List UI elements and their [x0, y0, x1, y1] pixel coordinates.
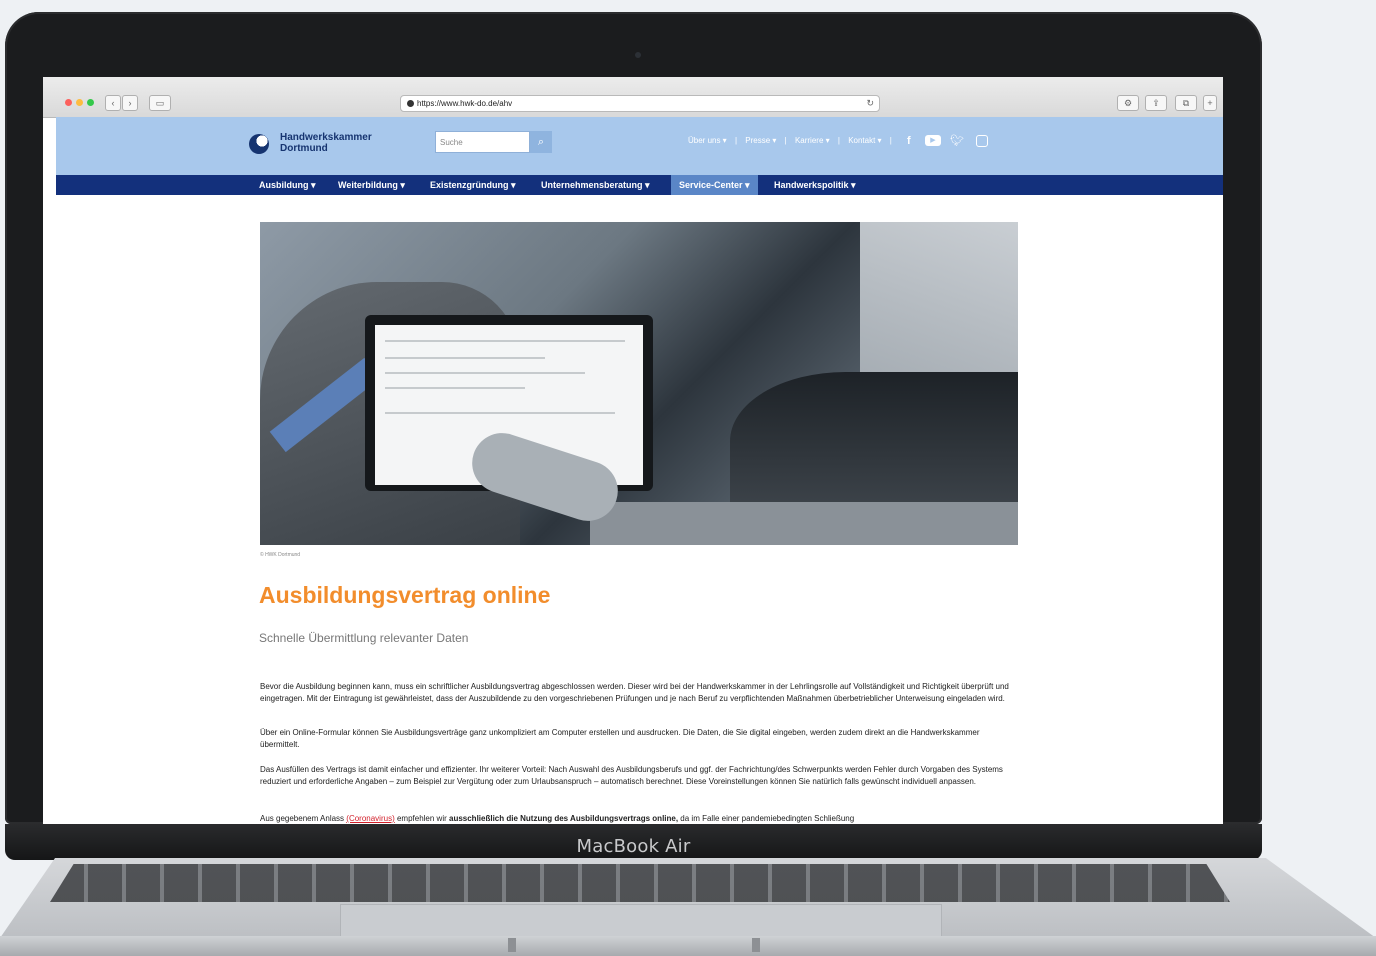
laptop-lid: ‹ › ▭ https://www.hwk-do.de/ahv ↻ ⚙ ⇪ ⧉ …: [5, 12, 1262, 825]
separator: |: [734, 136, 738, 145]
image-caption: © HWK Dortmund: [260, 552, 301, 558]
maximize-window-icon[interactable]: [87, 99, 94, 106]
tabs-icon[interactable]: ⧉: [1175, 95, 1197, 111]
trackpad: [340, 904, 942, 937]
hero-image: [260, 222, 1018, 545]
top-link-press[interactable]: Presse ▾: [745, 136, 776, 145]
paragraph-4-middle: empfehlen wir: [394, 814, 449, 823]
site-logo-text[interactable]: Handwerkskammer Dortmund: [280, 132, 372, 154]
paragraph-3: Das Ausfüllen des Vertrags ist damit ein…: [260, 765, 1003, 786]
form-row: [385, 387, 525, 389]
paragraph-4-bold: ausschließlich die Nutzung des Ausbildun…: [449, 814, 679, 823]
top-link-about[interactable]: Über uns ▾: [688, 136, 727, 145]
laptop-foot: [508, 938, 516, 952]
close-window-icon[interactable]: [65, 99, 72, 106]
form-row: [385, 412, 615, 414]
reload-icon[interactable]: ↻: [866, 96, 874, 111]
url-text: https://www.hwk-do.de/ahv: [417, 99, 513, 108]
extension-icon[interactable]: ⚙: [1117, 95, 1139, 111]
nav-item-handwerkspolitik[interactable]: Handwerkspolitik ▾: [774, 175, 856, 195]
youtube-icon[interactable]: ▶: [925, 135, 941, 146]
browser-window: ‹ › ▭ https://www.hwk-do.de/ahv ↻ ⚙ ⇪ ⧉ …: [43, 77, 1223, 825]
main-nav: Ausbildung ▾ Weiterbildung ▾ Existenzgrü…: [56, 175, 1223, 195]
page-title: Ausbildungsvertrag online: [259, 582, 551, 608]
back-icon[interactable]: ‹: [105, 95, 121, 111]
logo-line-1: Handwerkskammer: [280, 132, 372, 143]
laptop-foot: [752, 938, 760, 952]
top-link-career[interactable]: Karriere ▾: [795, 136, 830, 145]
page-subtitle: Schnelle Übermittlung relevanter Daten: [259, 631, 469, 645]
forward-icon[interactable]: ›: [122, 95, 138, 111]
top-link-contact[interactable]: Kontakt ▾: [848, 136, 881, 145]
keyboard: [50, 864, 1230, 902]
separator: |: [889, 136, 892, 145]
address-bar[interactable]: https://www.hwk-do.de/ahv ↻: [400, 95, 880, 112]
laptop-brand-label: MacBook Air: [576, 836, 691, 857]
minimize-window-icon[interactable]: [76, 99, 83, 106]
nav-item-service-center[interactable]: Service-Center ▾: [671, 175, 758, 195]
separator: |: [784, 136, 787, 145]
coronavirus-link[interactable]: (Coronavirus): [346, 814, 394, 823]
new-tab-icon[interactable]: +: [1203, 95, 1217, 111]
top-links: Über uns ▾ | Presse ▾ | Karriere ▾ | Kon…: [688, 136, 898, 145]
paragraph-2: Über ein Online-Formular können Sie Ausb…: [260, 728, 980, 749]
instagram-icon[interactable]: [976, 135, 988, 147]
form-row: [385, 357, 545, 359]
paragraph-1: Bevor die Ausbildung beginnen kann, muss…: [260, 682, 1009, 703]
form-row: [385, 372, 585, 374]
laptop-front-edge: [0, 936, 1376, 956]
site-header: [56, 117, 1223, 175]
paragraph-4-end: da im Falle einer pandemiebedingten Schl…: [678, 814, 855, 823]
paragraph-4-start: Aus gegebenem Anlass: [260, 814, 347, 823]
site-security-icon: [407, 100, 414, 107]
separator: |: [837, 136, 840, 145]
search-input[interactable]: Suche: [435, 131, 530, 153]
form-row: [385, 340, 625, 342]
logo-line-2: Dortmund: [280, 143, 328, 154]
nav-item-ausbildung[interactable]: Ausbildung ▾: [259, 175, 316, 195]
workbench: [590, 502, 1018, 545]
nav-item-existenzgruendung[interactable]: Existenzgründung ▾: [430, 175, 516, 195]
nav-item-weiterbildung[interactable]: Weiterbildung ▾: [338, 175, 405, 195]
camera: [635, 52, 641, 58]
share-icon[interactable]: ⇪: [1145, 95, 1167, 111]
browser-toolbar: ‹ › ▭ https://www.hwk-do.de/ahv ↻ ⚙ ⇪ ⧉ …: [43, 77, 1223, 118]
facebook-icon[interactable]: f: [907, 135, 911, 147]
nav-item-unternehmensberatung[interactable]: Unternehmensberatung ▾: [541, 175, 650, 195]
twitter-icon[interactable]: 🐦︎: [950, 135, 964, 147]
sidebar-icon[interactable]: ▭: [149, 95, 171, 111]
hwk-logo-icon[interactable]: [249, 134, 269, 154]
search-icon[interactable]: ⌕: [530, 131, 552, 153]
